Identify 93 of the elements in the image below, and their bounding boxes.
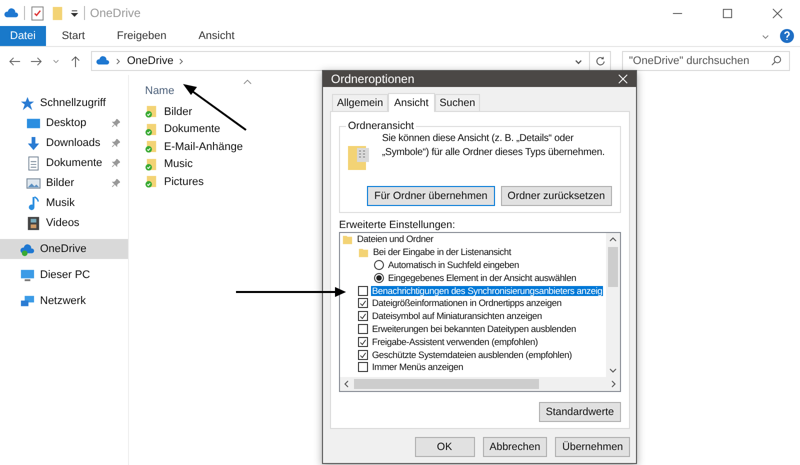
up-arrow-icon[interactable] — [69, 54, 82, 68]
dialog-button[interactable]: Ordner zurücksetzen — [500, 186, 612, 206]
network-icon — [20, 294, 35, 308]
maximize-icon[interactable] — [722, 8, 733, 18]
film-icon — [26, 216, 41, 230]
download-arrow-icon — [26, 136, 41, 150]
search-icon — [771, 55, 782, 66]
setting-label[interactable]: Erweiterungen bei bekannten Dateitypen ausblenden — [371, 324, 577, 334]
checklist-icon[interactable] — [30, 6, 45, 20]
description-text: Sie können diese Ansicht (z. B. „Details“ oder „Symbole“) für alle Ordner dieses Typs übernehmen. — [382, 132, 606, 160]
setting-label[interactable]: Dateisymbol auf Miniaturansichten anzeigen — [371, 311, 543, 322]
group-heading: Ordneransicht — [347, 120, 415, 132]
breadcrumb[interactable]: OneDrive — [127, 55, 174, 67]
setting-label[interactable]: Freigabe-Assistent verwenden (empfohlen) — [371, 336, 539, 347]
setting-label[interactable]: Dateien und Ordner — [356, 234, 434, 244]
section-heading: Erweiterte Einstellungen: — [339, 219, 456, 231]
dialog-button[interactable]: Abbrechen — [482, 437, 548, 457]
restore-defaults-button[interactable]: Standardwerte — [538, 402, 621, 422]
folder-icon — [358, 246, 369, 258]
dialog-button[interactable]: Für Ordner übernehmen — [367, 186, 495, 206]
dialog-title: Ordneroptionen — [331, 72, 414, 86]
breadcrumb-chevron-icon[interactable] — [116, 56, 121, 66]
sidebar-item[interactable]: Dokumente — [0, 153, 128, 173]
dialog-tab[interactable]: Ansicht — [388, 93, 435, 112]
document-icon — [26, 156, 41, 170]
setting-label[interactable]: Dateigrößeinformationen in Ordnertipps anzeigen — [371, 298, 563, 308]
setting-label[interactable]: Immer Menüs anzeigen — [371, 362, 464, 372]
sidebar-item[interactable]: Downloads — [0, 133, 128, 153]
breadcrumb-chevron-icon[interactable] — [179, 56, 184, 66]
help-icon[interactable] — [780, 29, 794, 43]
star-icon — [20, 96, 35, 110]
ribbon-tab[interactable]: Ansicht — [182, 26, 251, 46]
forward-arrow-icon[interactable] — [30, 54, 43, 68]
window-title: OneDrive — [90, 6, 141, 20]
music-note-icon — [26, 196, 41, 210]
file-tab[interactable]: Datei — [0, 26, 46, 46]
sidebar-item[interactable]: Desktop — [0, 113, 128, 133]
checkbox[interactable] — [358, 350, 368, 360]
cloud-icon — [20, 242, 35, 256]
search-field[interactable]: "OneDrive" durchsuchen — [622, 51, 790, 71]
setting-label[interactable]: Bei der Eingabe in der Listenansicht — [372, 247, 512, 258]
synced-folder-icon — [145, 122, 158, 136]
sidebar-item[interactable]: Netzwerk — [0, 291, 128, 311]
file-name[interactable]: E-Mail-Anhänge — [164, 140, 243, 153]
sort-caret-icon — [243, 79, 252, 85]
scroll-right-icon[interactable] — [609, 380, 617, 388]
scrollbar-thumb[interactable] — [354, 379, 539, 389]
close-icon[interactable] — [772, 8, 783, 18]
checkbox[interactable] — [358, 286, 368, 296]
synced-folder-icon — [145, 175, 158, 188]
setting-label[interactable]: Benachrichtigungen des Synchronisierungsanbieters anzeig — [371, 286, 604, 296]
ribbon-tab[interactable]: Freigeben — [100, 26, 182, 46]
setting-label[interactable]: Geschützte Systemdateien ausblenden (empfohlen) — [371, 350, 573, 360]
dropdown-icon[interactable] — [70, 8, 79, 18]
dialog-tab[interactable]: Suchen — [434, 94, 480, 111]
picture-icon — [26, 176, 41, 190]
synced-folder-icon — [145, 105, 158, 118]
sidebar-item[interactable]: Schnellzugriff — [0, 93, 128, 113]
dialog-button[interactable]: OK — [414, 437, 474, 457]
ribbon-tab[interactable]: Start — [46, 26, 101, 46]
dialog-button[interactable]: Übernehmen — [555, 437, 630, 457]
dialog-tab[interactable]: Allgemein — [332, 94, 388, 111]
horizontal-scrollbar[interactable] — [340, 377, 620, 391]
scroll-left-icon[interactable] — [343, 380, 351, 388]
radio-button[interactable] — [374, 272, 384, 283]
file-name[interactable]: Dokumente — [164, 123, 220, 136]
scroll-down-icon[interactable] — [609, 366, 617, 374]
vertical-scrollbar[interactable] — [606, 233, 620, 377]
chevron-down-icon[interactable] — [52, 57, 60, 65]
scrollbar-thumb[interactable] — [608, 247, 618, 287]
file-name[interactable]: Music — [164, 158, 193, 170]
file-name[interactable]: Pictures — [164, 176, 204, 188]
folder-icon — [342, 234, 353, 245]
file-name[interactable]: Bilder — [164, 106, 192, 118]
checkbox[interactable] — [358, 311, 368, 322]
monitor-icon — [20, 268, 35, 282]
sidebar-item[interactable]: Dieser PC — [0, 265, 128, 285]
sidebar-item[interactable]: Bilder — [0, 173, 128, 193]
checkbox[interactable] — [358, 362, 368, 372]
setting-label[interactable]: Automatisch in Suchfeld eingeben — [387, 260, 520, 270]
sidebar-item[interactable]: Videos — [0, 213, 128, 233]
checkbox[interactable] — [358, 324, 368, 334]
radio-button[interactable] — [374, 260, 384, 270]
checkbox[interactable] — [358, 336, 368, 347]
sidebar-item[interactable]: OneDrive — [0, 239, 128, 259]
back-arrow-icon[interactable] — [8, 54, 21, 68]
checkbox[interactable] — [358, 298, 368, 308]
synced-folder-icon — [145, 140, 158, 154]
setting-label[interactable]: Eingegebenes Element in der Ansicht auswählen — [387, 272, 578, 283]
synced-folder-icon — [145, 158, 158, 171]
cloud-icon[interactable] — [4, 6, 19, 20]
scroll-up-icon[interactable] — [609, 236, 617, 244]
sidebar-item[interactable]: Musik — [0, 193, 128, 213]
